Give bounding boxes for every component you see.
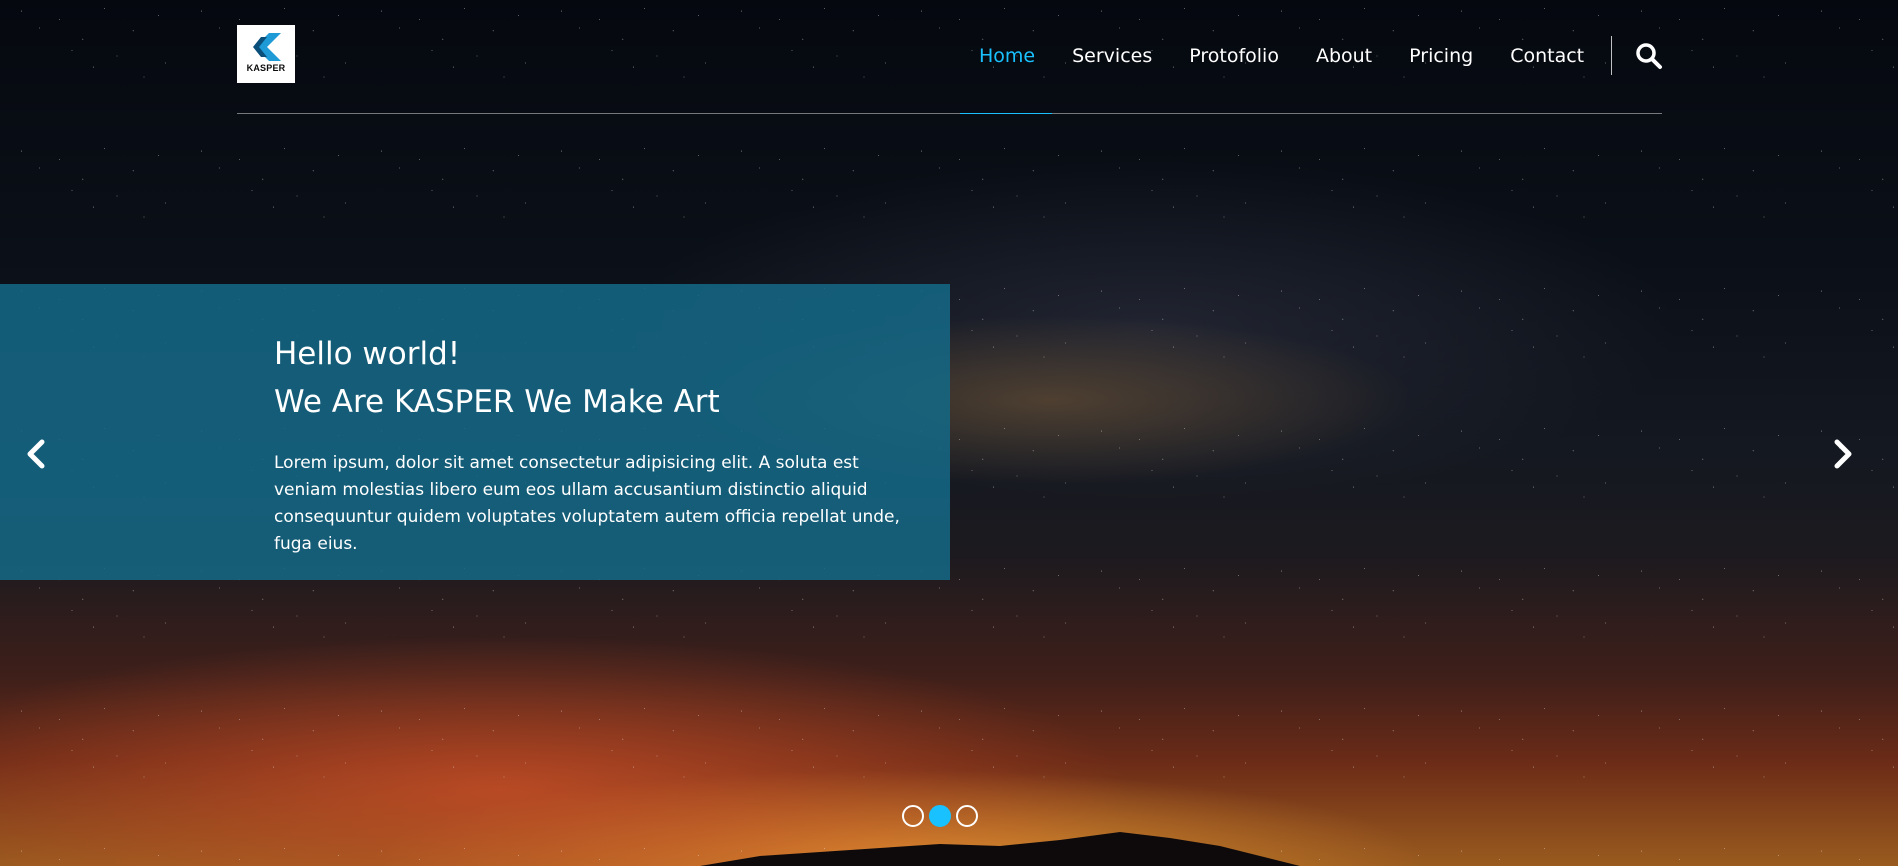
slide-heading-line1: Hello world!: [274, 336, 461, 372]
slider-next-button[interactable]: [1822, 434, 1862, 474]
hero-landing: KASPER Home Services Protofolio About Pr…: [0, 0, 1898, 866]
slide-description: Lorem ipsum, dolor sit amet consectetur …: [274, 453, 900, 554]
nav-link-contact[interactable]: Contact: [1510, 34, 1584, 78]
kasper-logo-icon: [253, 33, 281, 61]
slide-heading-line2: We Are KASPER We Make Art: [274, 384, 720, 420]
slider-bullets: [902, 805, 983, 827]
nav-link-services[interactable]: Services: [1072, 34, 1152, 78]
nav-link-home[interactable]: Home: [979, 34, 1035, 78]
nav-link-pricing[interactable]: Pricing: [1409, 34, 1473, 78]
slider-bullet-1[interactable]: [902, 805, 924, 827]
slider-bullet-2[interactable]: [929, 805, 951, 827]
slider-prev-button[interactable]: [17, 434, 57, 474]
nav-link-portfolio[interactable]: Protofolio: [1189, 34, 1279, 78]
site-header: KASPER Home Services Protofolio About Pr…: [237, 0, 1662, 114]
search-icon: [1636, 43, 1662, 69]
nav-divider: [1611, 36, 1612, 75]
slider-bullet-3[interactable]: [956, 805, 978, 827]
chevron-right-icon: [1834, 439, 1852, 469]
logo-text: KASPER: [246, 63, 286, 73]
nav-link-about[interactable]: About: [1316, 34, 1372, 78]
logo[interactable]: KASPER: [237, 25, 295, 83]
active-nav-indicator: [960, 113, 1052, 114]
main-nav: Home Services Protofolio About Pricing C…: [979, 34, 1621, 78]
mountain-silhouette: [700, 832, 1300, 866]
chevron-left-icon: [27, 439, 45, 469]
search-button[interactable]: [1635, 42, 1663, 70]
slide-caption: Hello world! We Are KASPER We Make Art L…: [0, 284, 950, 580]
